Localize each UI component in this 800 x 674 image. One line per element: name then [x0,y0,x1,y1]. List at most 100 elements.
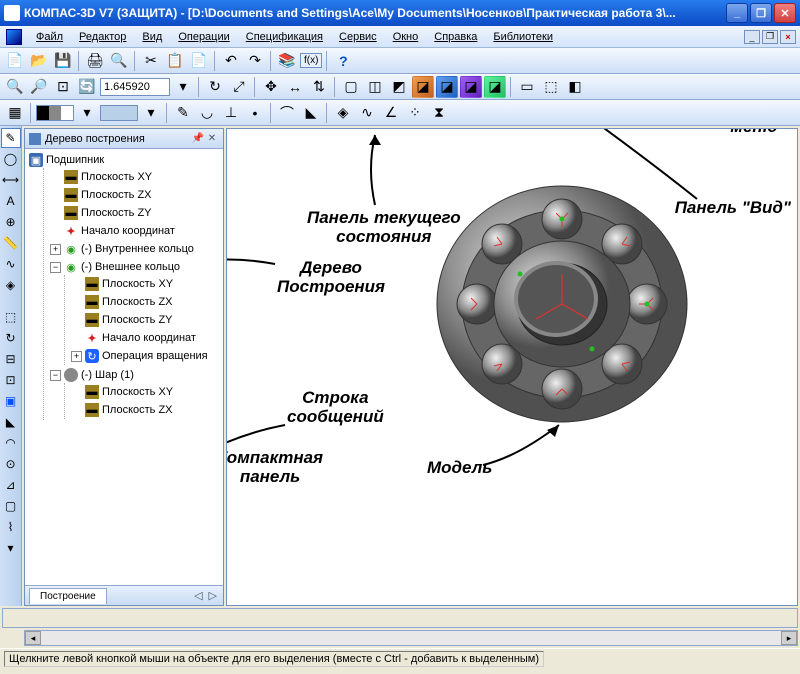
save-icon[interactable]: 💾 [52,50,74,72]
cp-dim-icon[interactable]: ⟷ [1,170,21,190]
menu-operations[interactable]: Операции [170,28,237,46]
nav-right-icon[interactable]: ▷ [207,589,219,602]
cp-round-icon[interactable]: ◠ [1,433,21,453]
constraint-icon[interactable]: ⊥ [220,102,242,124]
grid-icon[interactable]: ▦ [4,102,26,124]
wireframe-icon[interactable]: ▢ [340,76,362,98]
surface-icon[interactable]: ◈ [332,102,354,124]
shade-edge-icon[interactable]: ◩ [388,76,410,98]
menu-file[interactable]: Файл [28,28,71,46]
tree-plane-zx[interactable]: ▬Плоскость ZX [69,294,221,310]
menu-service[interactable]: Сервис [331,28,385,46]
zoom-value-input[interactable] [100,78,170,96]
tab-build[interactable]: Построение [29,588,107,604]
preview-icon[interactable]: 🔍 [108,50,130,72]
cp-shell-icon[interactable]: ▢ [1,496,21,516]
zoom-window-icon[interactable]: 🔍 [4,76,26,98]
mdi-restore[interactable]: ❐ [762,30,778,44]
cp-surface-icon[interactable]: ◈ [1,275,21,295]
redo-icon[interactable]: ↷ [244,50,266,72]
cp-hole-icon[interactable]: ⊙ [1,454,21,474]
pattern-icon[interactable]: ⁘ [404,102,426,124]
dropdown-icon[interactable]: ▾ [76,102,98,124]
print-icon[interactable]: 🖨 [84,50,106,72]
menu-libraries[interactable]: Библиотеки [485,28,561,46]
cut-icon[interactable]: ✂ [140,50,162,72]
nav-left-icon[interactable]: ◁ [192,589,204,602]
fx-button[interactable]: f(x) [300,53,322,68]
h-scrollbar[interactable]: ◂ ▸ [24,630,798,646]
cp-extrude-icon[interactable]: ⬚ [1,307,21,327]
cp-thread-icon[interactable]: ⌇ [1,517,21,537]
expand-icon[interactable]: + [50,244,61,255]
section-icon[interactable]: ◧ [564,76,586,98]
fill-color-swatch[interactable] [100,105,138,121]
cp-curve-icon[interactable]: ∿ [1,254,21,274]
cp-revolve-icon[interactable]: ↻ [1,328,21,348]
paste-icon[interactable]: 📄 [188,50,210,72]
tree-plane-xy[interactable]: ▬Плоскость XY [69,276,221,292]
cp-rib-icon[interactable]: ⊿ [1,475,21,495]
tree-ball[interactable]: −(-) Шар (1) [48,367,221,383]
tree-plane-xy[interactable]: ▬Плоскость XY [48,169,221,185]
menu-help[interactable]: Справка [426,28,485,46]
tree-origin[interactable]: ✦Начало координат [48,223,221,239]
pin-icon[interactable]: 📌 [191,132,205,146]
new-icon[interactable]: 📄 [4,50,26,72]
menu-view[interactable]: Вид [134,28,170,46]
help-icon[interactable]: ? [332,50,354,72]
cp-cut-icon[interactable]: ⊟ [1,349,21,369]
open-icon[interactable]: 📂 [28,50,50,72]
tree-body[interactable]: ▣ Подшипник ▬Плоскость XY ▬Плоскость ZX … [25,149,223,585]
perspective-icon[interactable]: ▭ [516,76,538,98]
tree-plane-xy[interactable]: ▬Плоскость XY [69,384,221,400]
menu-specification[interactable]: Спецификация [238,28,331,46]
tree-close-icon[interactable]: ✕ [205,132,219,146]
curve-icon[interactable]: ∿ [356,102,378,124]
sketch-icon[interactable]: ✎ [172,102,194,124]
tree-outer-ring[interactable]: −◉(-) Внешнее кольцо [48,259,221,275]
cp-text-icon[interactable]: A [1,191,21,211]
dropdown-icon[interactable]: ▾ [140,102,162,124]
angle-icon[interactable]: ∠ [380,102,402,124]
maximize-button[interactable]: ❐ [750,3,772,23]
cp-measure-icon[interactable]: 📏 [1,233,21,253]
mdi-minimize[interactable]: _ [744,30,760,44]
hidden-icon[interactable]: ◫ [364,76,386,98]
move-icon[interactable]: ↔ [284,76,306,98]
tree-origin[interactable]: ✦Начало координат [69,330,221,346]
menu-window[interactable]: Окно [385,28,427,46]
tree-plane-zy[interactable]: ▬Плоскость ZY [48,205,221,221]
mdi-close[interactable]: × [780,30,796,44]
expand-icon[interactable]: + [71,351,82,362]
tree-root-node[interactable]: ▣ Подшипник [27,152,221,168]
dropdown-icon[interactable]: ▾ [172,76,194,98]
pan-icon[interactable]: ✥ [260,76,282,98]
cp-edit-icon[interactable]: ✎ [1,128,21,148]
scroll-right-icon[interactable]: ▸ [781,631,797,645]
doc-icon[interactable] [6,29,22,45]
line-color-swatch[interactable] [36,105,74,121]
undo-icon[interactable]: ↶ [220,50,242,72]
round-icon[interactable]: ⌒ [276,102,298,124]
point-icon[interactable]: • [244,102,266,124]
mirror-icon[interactable]: ⧗ [428,102,450,124]
tree-plane-zx[interactable]: ▬Плоскость ZX [48,187,221,203]
minimize-button[interactable]: _ [726,3,748,23]
shade1-icon[interactable]: ◪ [412,76,434,98]
shade3-icon[interactable]: ◪ [460,76,482,98]
zoom-scroll-icon[interactable]: ⇅ [308,76,330,98]
collapse-icon[interactable]: − [50,262,61,273]
chamfer-icon[interactable]: ◣ [300,102,322,124]
tree-rotation-op[interactable]: +↻Операция вращения [69,348,221,364]
copy-icon[interactable]: 📋 [164,50,186,72]
arc-icon[interactable]: ◡ [196,102,218,124]
cp-down-icon[interactable]: ▾ [1,538,21,558]
zoom-fit-icon[interactable]: ⊡ [52,76,74,98]
refresh-icon[interactable]: 🔄 [76,76,98,98]
library-icon[interactable]: 📚 [276,50,298,72]
cp-blue-icon[interactable]: ▣ [1,391,21,411]
shade4-icon[interactable]: ◪ [484,76,506,98]
cp-cut2-icon[interactable]: ⊡ [1,370,21,390]
simplify-icon[interactable]: ⬚ [540,76,562,98]
